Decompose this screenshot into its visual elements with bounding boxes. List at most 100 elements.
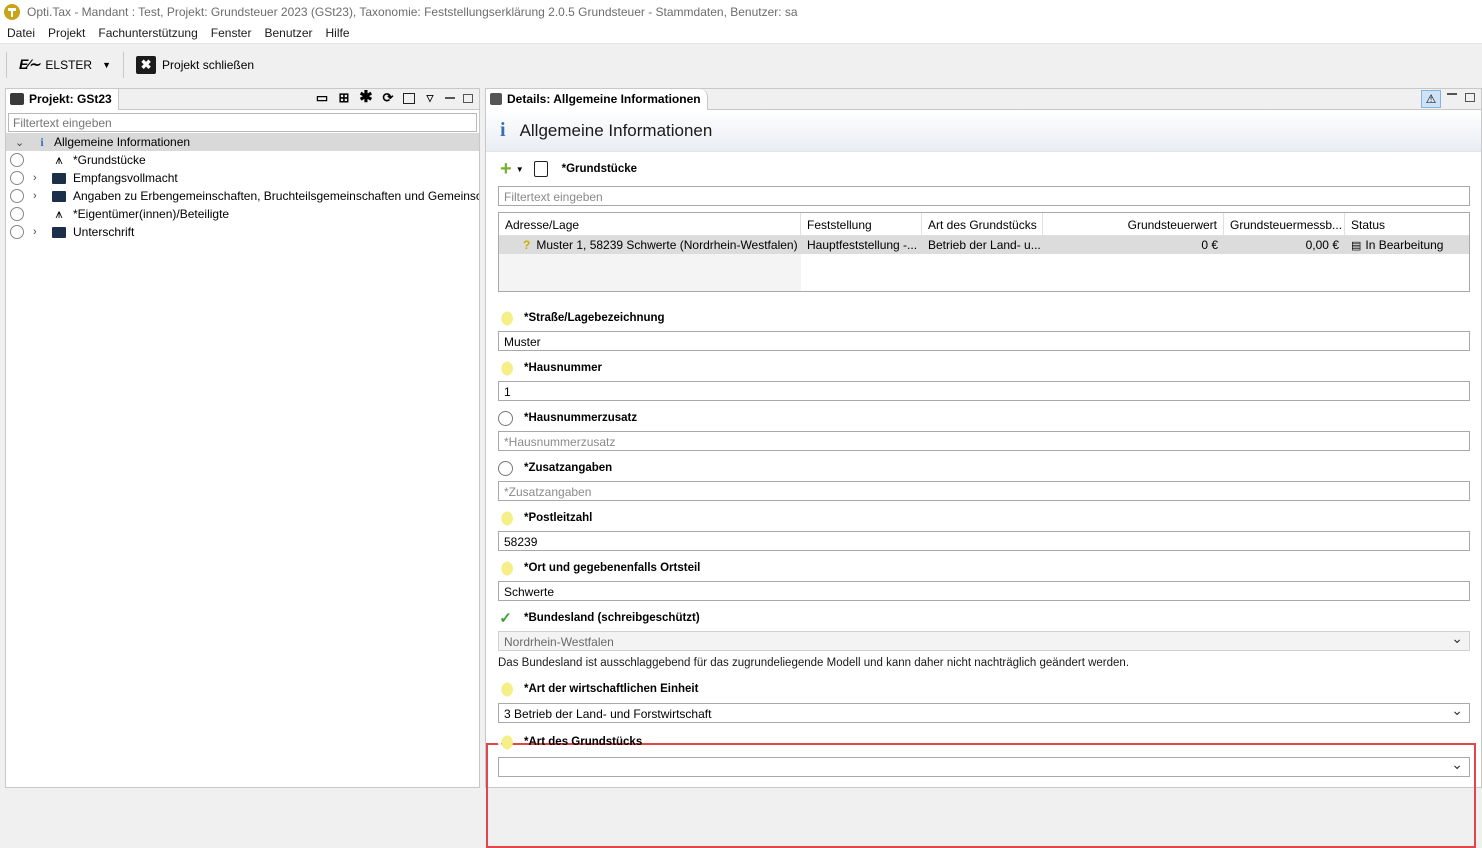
title-bar: Opti.Tax - Mandant : Test, Projekt: Grun… [0,0,1482,23]
tree-item-allgemeine-informationen[interactable]: ⌄ i Allgemeine Informationen [6,133,479,151]
menu-benutzer[interactable]: Benutzer [264,26,312,40]
asterisk-filter-icon[interactable]: ✱ [359,90,373,106]
tree-item-empfangsvollmacht[interactable]: › Empfangsvollmacht [6,169,479,187]
elster-icon: E⁄∼ [19,56,40,72]
minimize-icon[interactable] [1447,93,1457,95]
hausnummerzusatz-label-row: *Hausnummerzusatz [498,409,637,427]
tree-item-grundstuecke[interactable]: ⩚ *Grundstücke [6,151,479,169]
project-tree: ⌄ i Allgemeine Informationen ⩚ *Grundstü… [6,133,479,241]
elster-button[interactable]: E⁄∼ ELSTER ▼ [13,50,117,80]
collapse-all-icon[interactable]: ▭ [315,91,329,105]
column-grundsteuermessbetrag[interactable]: Grundsteuermessb... [1224,213,1345,235]
expand-all-icon[interactable]: ⊞ [337,91,351,105]
column-adresse[interactable]: ^ Adresse/Lage [499,213,801,235]
postleitzahl-input[interactable]: 58239 [498,531,1470,551]
column-label: Adresse/Lage [505,218,580,232]
cell-grundsteuerwert: 0 € [1201,238,1218,252]
question-icon: ? [523,238,531,252]
ort-input[interactable]: Schwerte [498,581,1470,601]
bundesland-select: Nordrhein-Westfalen [498,631,1470,651]
menu-fenster[interactable]: Fenster [211,26,252,40]
tree-item-angaben-erbengemeinschaften[interactable]: › Angaben zu Erbengemeinschaften, Brucht… [6,187,479,205]
info-icon: i [500,119,506,141]
incomplete-status-icon [498,560,513,576]
ort-label: *Ort und gegebenenfalls Ortsteil [524,562,701,574]
close-project-button[interactable]: ✖ Projekt schließen [130,50,260,80]
tree-item-label: *Grundstücke [73,153,146,167]
bundesland-label-row: ✓ *Bundesland (schreibgeschützt) [498,609,700,627]
cell-status: ▤ In Bearbeitung [1345,236,1469,254]
bundesland-note: Das Bundesland ist ausschlaggebend für d… [498,657,1130,669]
chevron-down-icon[interactable]: ▼ [516,165,524,174]
checkmark-icon: ✓ [499,609,512,627]
menu-datei[interactable]: Datei [7,26,35,40]
project-panel: Projekt: GSt23 ▭ ⊞ ✱ ⟳ ▽ ⌄ i Allgemeine … [5,88,480,788]
chevron-right-icon[interactable]: › [33,172,37,184]
document-icon: ▤ [1351,240,1362,252]
hausnummer-input[interactable]: 1 [498,381,1470,401]
add-icon[interactable]: + [500,159,512,179]
warning-icon[interactable]: ⚠ [1421,90,1441,108]
folder-icon [51,224,67,241]
column-status[interactable]: Status [1345,213,1469,235]
chevron-down-icon[interactable]: ▼ [102,60,111,70]
column-feststellung[interactable]: Feststellung [801,213,922,235]
hierarchy-icon: ⩚ [55,152,63,167]
tree-item-eigentuemer[interactable]: ⩚ *Eigentümer(innen)/Beteiligte [6,205,479,223]
bundesland-value: Nordrhein-Westfalen [504,635,614,649]
table-row[interactable]: ? Muster 1, 58239 Schwerte (Nordrhein-Wes… [499,236,1469,254]
toolbar-divider [123,51,125,78]
close-project-icon: ✖ [136,55,157,74]
column-art-grundstueck[interactable]: Art des Grundstücks [922,213,1043,235]
elster-label: ELSTER [45,57,93,72]
chevron-down-icon[interactable]: ⌄ [15,136,24,149]
grundstuecke-toolbar: + ▼ *Grundstücke [500,159,638,179]
project-filter-input[interactable] [8,113,477,132]
details-header: i Allgemeine Informationen [486,110,1481,152]
chevron-right-icon[interactable]: › [33,190,37,202]
cell-text: In Bearbeitung [1365,238,1444,252]
strasse-input[interactable]: Muster [498,331,1470,351]
window-title: Opti.Tax - Mandant : Test, Projekt: Grun… [27,4,798,19]
maximize-icon[interactable] [463,93,473,103]
tree-item-label: *Eigentümer(innen)/Beteiligte [73,207,230,221]
art-einheit-label-row: *Art der wirtschaftlichen Einheit [498,680,698,698]
empty-status-icon [498,460,513,476]
art-einheit-label: *Art der wirtschaftlichen Einheit [524,683,699,695]
status-circle-icon [10,153,24,167]
art-einheit-select[interactable]: 3 Betrieb der Land- und Forstwirtschaft [498,703,1470,723]
hausnummer-label-row: *Hausnummer [498,359,602,377]
menu-projekt[interactable]: Projekt [48,26,85,40]
details-tab[interactable]: Details: Allgemeine Informationen [486,88,708,110]
incomplete-status-icon [498,681,513,697]
grundstuecke-filter-input[interactable]: Filtertext eingeben [498,186,1470,206]
column-grundsteuerwert[interactable]: Grundsteuerwert [1043,213,1224,235]
maximize-icon[interactable] [1465,93,1475,102]
hausnummer-label: *Hausnummer [524,362,602,374]
paste-icon[interactable] [533,161,548,177]
refresh-icon[interactable]: ⟳ [381,91,395,105]
grundstuecke-label: *Grundstücke [561,163,638,175]
report-icon[interactable] [403,92,415,104]
tree-item-unterschrift[interactable]: › Unterschrift [6,223,479,241]
menu-hilfe[interactable]: Hilfe [326,26,350,40]
tree-item-label: Empfangsvollmacht [73,171,178,185]
cell-text: Muster 1, 58239 Schwerte (Nordrhein-West… [536,238,798,252]
zusatzangaben-input[interactable]: *Zusatzangaben [498,481,1470,501]
view-menu-icon[interactable]: ▽ [423,91,437,105]
bundesland-label: *Bundesland (schreibgeschützt) [524,612,700,624]
details-panel-tabbar: Details: Allgemeine Informationen ⚠ [486,88,1481,110]
project-tab[interactable]: Projekt: GSt23 [6,88,119,110]
minimize-icon[interactable] [445,97,455,99]
main-toolbar: E⁄∼ ELSTER ▼ ✖ Projekt schließen [0,43,1482,85]
status-circle-icon [10,207,24,221]
hausnummerzusatz-input[interactable]: *Hausnummerzusatz [498,431,1470,451]
chevron-right-icon[interactable]: › [33,226,37,238]
strasse-label-row: *Straße/Lagebezeichnung [498,309,665,327]
menu-fachunterstuetzung[interactable]: Fachunterstützung [98,26,197,40]
hierarchy-icon: ⩚ [55,206,63,221]
art-grundstueck-label: *Art des Grundstücks [524,736,643,748]
cell-grundsteuermessbetrag: 0,00 € [1305,238,1339,252]
table-empty-area [499,254,801,291]
art-grundstueck-select[interactable] [498,757,1470,777]
